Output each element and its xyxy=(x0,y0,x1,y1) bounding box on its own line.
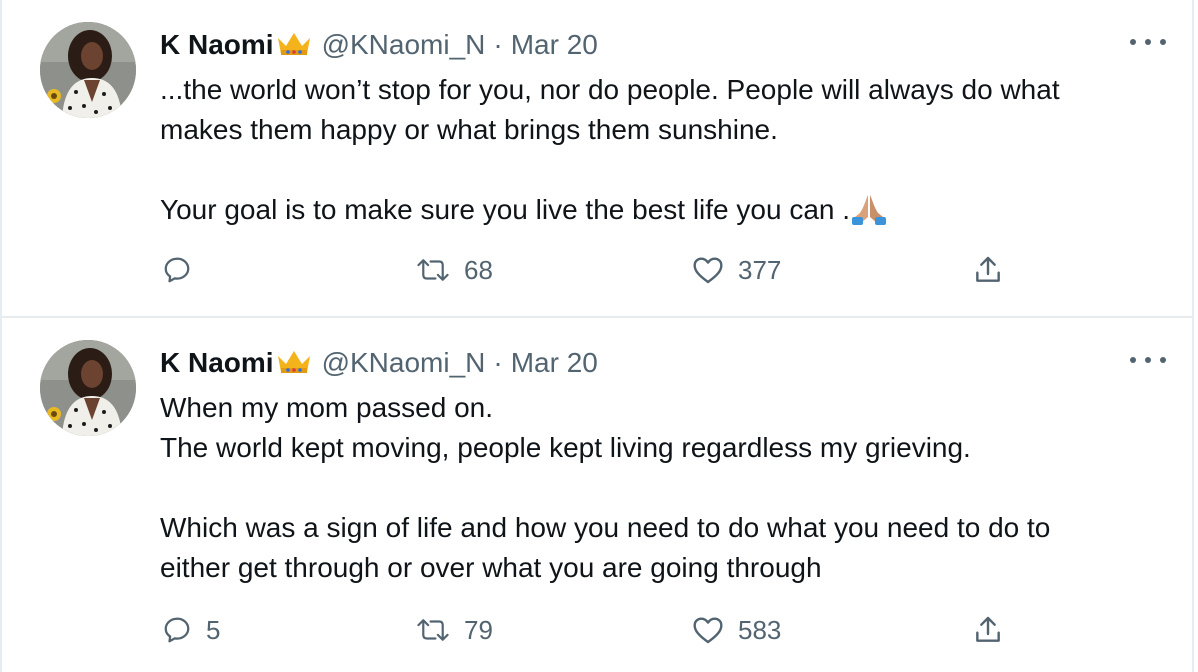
tweet-text-line: Which was a sign of life and how you nee… xyxy=(160,512,1051,543)
tweet-header: K Naomi @KNaomi_N · Mar 20 xyxy=(160,346,598,384)
reply-icon xyxy=(162,255,192,285)
share-button[interactable] xyxy=(972,250,1004,290)
avatar[interactable] xyxy=(40,22,136,118)
tweet-text: ...the world won’t stop for you, nor do … xyxy=(160,70,1170,236)
retweet-count: 68 xyxy=(464,254,493,285)
reply-button[interactable] xyxy=(162,250,206,290)
reply-button[interactable]: 5 xyxy=(162,610,220,650)
tweet-text-line: either get through or over what you are … xyxy=(160,552,822,583)
tweet-text-segment: Your goal is to make sure you live the b… xyxy=(160,194,851,225)
more-options-icon[interactable] xyxy=(1130,30,1166,54)
like-count: 583 xyxy=(738,614,782,645)
share-icon xyxy=(972,614,1004,646)
tweet-date[interactable]: Mar 20 xyxy=(511,29,598,60)
tweet-text-line: makes them happy or what brings them sun… xyxy=(160,114,778,145)
retweet-button[interactable]: 68 xyxy=(416,250,493,290)
share-button[interactable] xyxy=(972,610,1004,650)
tweet-actions: 68 377 xyxy=(2,250,1196,290)
tweet[interactable]: K Naomi @KNaomi_N · Mar 20 When my mom pass… xyxy=(0,318,1194,672)
author-name[interactable]: K Naomi xyxy=(160,29,274,60)
share-icon xyxy=(972,254,1004,286)
reply-icon xyxy=(162,615,192,645)
folded-hands-emoji-icon xyxy=(852,193,887,236)
crown-emoji-icon xyxy=(276,30,312,66)
retweet-icon xyxy=(416,255,450,285)
tweet-text-line: When my mom passed on. xyxy=(160,392,494,423)
like-button[interactable]: 583 xyxy=(692,610,781,650)
tweet-text-line: ...the world won’t stop for you, nor do … xyxy=(160,74,1060,105)
crown-emoji-icon xyxy=(276,348,312,384)
author-handle[interactable]: @KNaomi_N xyxy=(322,29,486,60)
tweet-text-line: The world kept moving, people kept livin… xyxy=(160,432,971,463)
author-handle[interactable]: @KNaomi_N xyxy=(322,347,486,378)
tweet-text-line: Your goal is to make sure you live the b… xyxy=(160,190,1170,236)
like-icon xyxy=(692,255,724,285)
like-button[interactable]: 377 xyxy=(692,250,781,290)
retweet-icon xyxy=(416,615,450,645)
separator-dot: · xyxy=(493,29,503,60)
retweet-count: 79 xyxy=(464,614,493,645)
separator-dot: · xyxy=(493,347,503,378)
reply-count: 5 xyxy=(206,614,221,645)
like-count: 377 xyxy=(738,254,782,285)
tweet-date[interactable]: Mar 20 xyxy=(511,347,598,378)
tweet[interactable]: K Naomi @KNaomi_N · Mar 20 ...the world won… xyxy=(0,0,1194,318)
avatar[interactable] xyxy=(40,340,136,436)
like-icon xyxy=(692,615,724,645)
retweet-button[interactable]: 79 xyxy=(416,610,493,650)
tweet-text: When my mom passed on. The world kept mo… xyxy=(160,388,1170,588)
tweet-header: K Naomi @KNaomi_N · Mar 20 xyxy=(160,28,598,66)
tweet-feed: K Naomi @KNaomi_N · Mar 20 ...the world won… xyxy=(0,0,1198,672)
tweet-actions: 5 79 583 xyxy=(2,610,1196,650)
author-name[interactable]: K Naomi xyxy=(160,347,274,378)
more-options-icon[interactable] xyxy=(1130,348,1166,372)
